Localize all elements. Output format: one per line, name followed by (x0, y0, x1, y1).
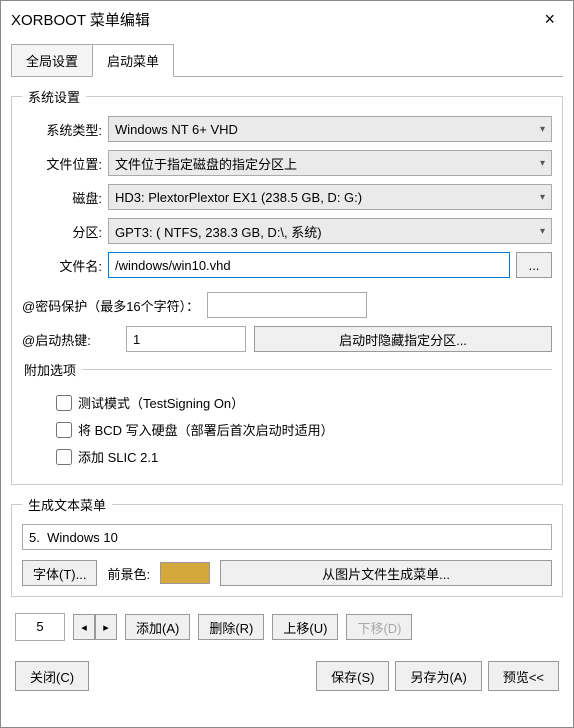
legend-additional-options: 附加选项 (18, 360, 82, 379)
label-hotkey: @启动热键: (22, 330, 118, 349)
dropdown-disk[interactable]: HD3: PlextorPlextor EX1 (238.5 GB, D: G:… (108, 184, 552, 210)
input-menu-entry[interactable] (22, 524, 552, 550)
label-disk: 磁盘: (22, 188, 102, 207)
dialog-window: XORBOOT 菜单编辑 × 全局设置 启动菜单 系统设置 系统类型: Wind… (0, 0, 574, 728)
window-title: XORBOOT 菜单编辑 (11, 9, 150, 30)
close-icon[interactable]: × (536, 9, 563, 30)
tab-global-settings[interactable]: 全局设置 (11, 44, 93, 76)
label-system-type: 系统类型: (22, 120, 102, 139)
tab-boot-menu[interactable]: 启动菜单 (92, 44, 174, 77)
input-hotkey[interactable] (126, 326, 246, 352)
checkbox-add-slic[interactable] (56, 449, 72, 465)
hide-partition-button[interactable]: 启动时隐藏指定分区... (254, 326, 552, 352)
chevron-down-icon: ▾ (540, 124, 545, 135)
input-filename[interactable] (108, 252, 510, 278)
dropdown-file-location[interactable]: 文件位于指定磁盘的指定分区上 ▾ (108, 150, 552, 176)
entry-nav-row: 5 ◂ ▸ 添加(A) 删除(R) 上移(U) 下移(D) (11, 613, 563, 641)
group-system-settings: 系统设置 系统类型: Windows NT 6+ VHD ▾ 文件位置: 文件位… (11, 87, 563, 485)
checkbox-write-bcd[interactable] (56, 422, 72, 438)
delete-button[interactable]: 删除(R) (198, 614, 264, 640)
label-partition: 分区: (22, 222, 102, 241)
preview-button[interactable]: 预览<< (488, 661, 559, 691)
label-add-slic[interactable]: 添加 SLIC 2.1 (78, 447, 158, 466)
chevron-down-icon: ▾ (540, 226, 545, 237)
legend-system-settings: 系统设置 (22, 87, 86, 106)
move-up-button[interactable]: 上移(U) (272, 614, 338, 640)
dropdown-disk-value: HD3: PlextorPlextor EX1 (238.5 GB, D: G:… (115, 190, 362, 205)
move-down-button[interactable]: 下移(D) (346, 614, 412, 640)
chevron-down-icon: ▾ (540, 192, 545, 203)
generate-from-image-button[interactable]: 从图片文件生成菜单... (220, 560, 552, 586)
dropdown-partition[interactable]: GPT3: ( NTFS, 238.3 GB, D:\, 系统) ▾ (108, 218, 552, 244)
label-file-location: 文件位置: (22, 154, 102, 173)
label-filename: 文件名: (22, 256, 102, 275)
tab-bar: 全局设置 启动菜单 (11, 44, 563, 77)
save-as-button[interactable]: 另存为(A) (395, 661, 481, 691)
save-button[interactable]: 保存(S) (316, 661, 389, 691)
label-fg-color: 前景色: (107, 564, 150, 583)
color-swatch-fg[interactable] (160, 562, 210, 584)
close-button[interactable]: 关闭(C) (15, 661, 89, 691)
group-additional-options: 附加选项 测试模式（TestSigning On） 将 BCD 写入硬盘（部署后… (22, 360, 552, 474)
chevron-down-icon: ▾ (540, 158, 545, 169)
dropdown-partition-value: GPT3: ( NTFS, 238.3 GB, D:\, 系统) (115, 222, 322, 241)
footer-row: 关闭(C) 保存(S) 另存为(A) 预览<< (11, 653, 563, 699)
label-test-mode[interactable]: 测试模式（TestSigning On） (78, 393, 244, 412)
label-write-bcd[interactable]: 将 BCD 写入硬盘（部署后首次启动时适用） (78, 420, 334, 439)
dropdown-file-location-value: 文件位于指定磁盘的指定分区上 (115, 154, 297, 173)
dropdown-system-type-value: Windows NT 6+ VHD (115, 122, 238, 137)
input-password[interactable] (207, 292, 367, 318)
group-text-menu: 生成文本菜单 字体(T)... 前景色: 从图片文件生成菜单... (11, 495, 563, 597)
entry-index: 5 (15, 613, 65, 641)
prev-entry-button[interactable]: ◂ (73, 614, 95, 640)
font-button[interactable]: 字体(T)... (22, 560, 97, 586)
browse-button[interactable]: ... (516, 252, 552, 278)
titlebar: XORBOOT 菜单编辑 × (1, 1, 573, 38)
add-button[interactable]: 添加(A) (125, 614, 190, 640)
label-password: @密码保护（最多16个字符）： (22, 296, 199, 315)
legend-text-menu: 生成文本菜单 (22, 495, 112, 514)
dropdown-system-type[interactable]: Windows NT 6+ VHD ▾ (108, 116, 552, 142)
checkbox-test-mode[interactable] (56, 395, 72, 411)
content-area: 全局设置 启动菜单 系统设置 系统类型: Windows NT 6+ VHD ▾… (1, 38, 573, 727)
next-entry-button[interactable]: ▸ (95, 614, 117, 640)
